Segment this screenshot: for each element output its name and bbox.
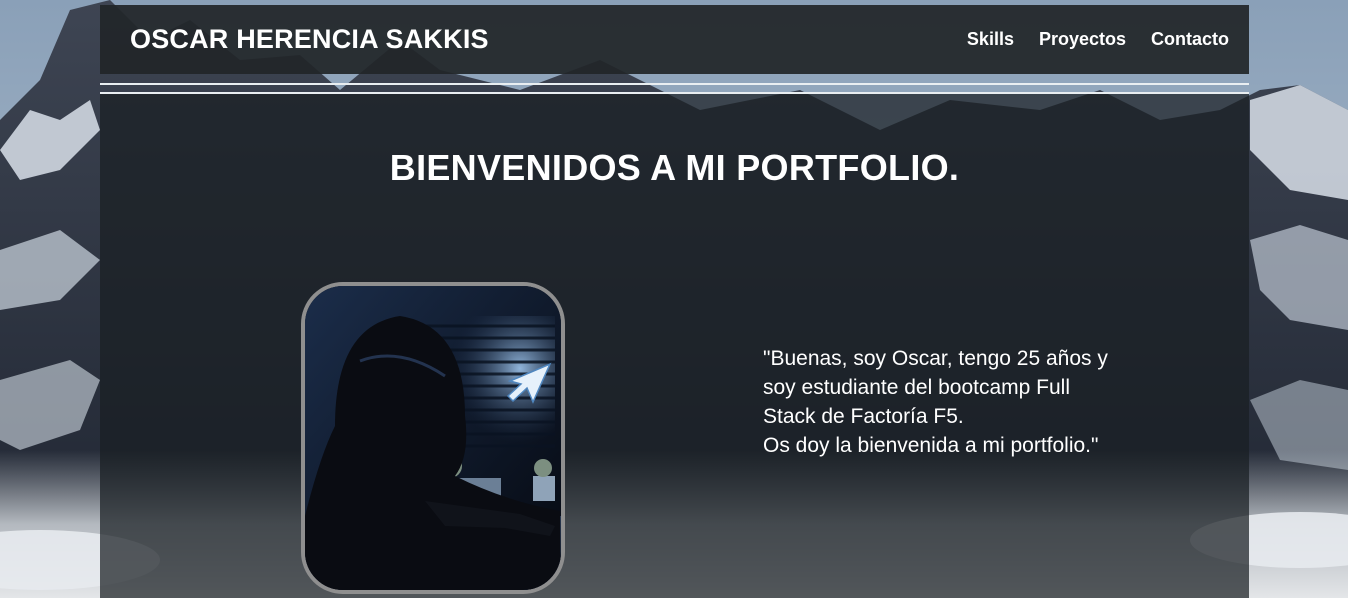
- nav-link-skills[interactable]: Skills: [967, 29, 1014, 50]
- brand-name[interactable]: OSCAR HERENCIA SAKKIS: [130, 24, 489, 55]
- header-divider: [100, 83, 1249, 85]
- profile-image: [301, 282, 565, 594]
- main-nav: Skills Proyectos Contacto: [967, 29, 1229, 50]
- intro-text: "Buenas, soy Oscar, tengo 25 años y soy …: [763, 344, 1108, 460]
- top-navbar: OSCAR HERENCIA SAKKIS Skills Proyectos C…: [100, 5, 1249, 74]
- page-title: BIENVENIDOS A MI PORTFOLIO.: [389, 147, 960, 188]
- intro-line-2: Os doy la bienvenida a mi portfolio.": [763, 434, 1099, 457]
- intro-line-1: "Buenas, soy Oscar, tengo 25 años y soy …: [763, 347, 1108, 428]
- welcome-section: BIENVENIDOS A MI PORTFOLIO. "Buenas, soy…: [100, 92, 1249, 598]
- nav-link-proyectos[interactable]: Proyectos: [1039, 29, 1126, 50]
- nav-link-contacto[interactable]: Contacto: [1151, 29, 1229, 50]
